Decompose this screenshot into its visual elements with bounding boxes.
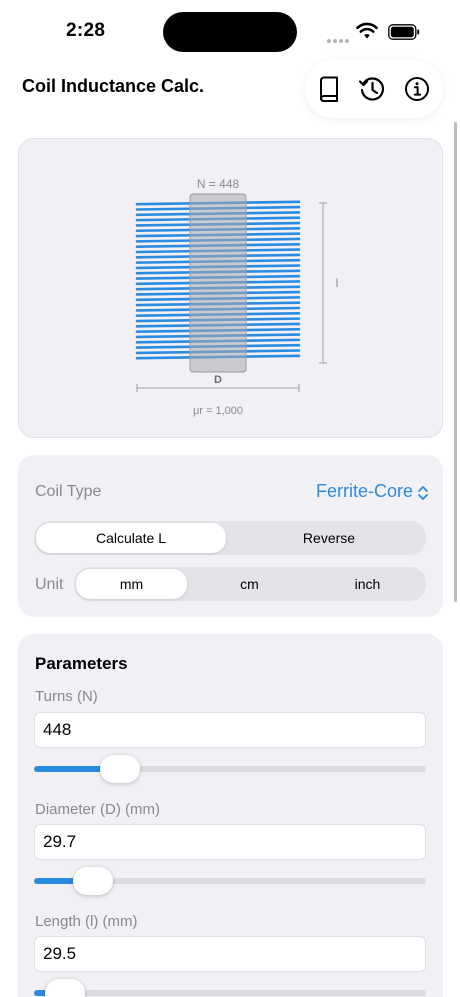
info-button[interactable]	[402, 74, 432, 104]
ferrite-core	[189, 193, 247, 373]
chevron-up-down-icon[interactable]	[417, 485, 429, 501]
scroll-indicator[interactable]	[454, 122, 457, 602]
parameters-title: Parameters	[35, 654, 128, 673]
turns-slider[interactable]	[34, 755, 426, 783]
permeability-label: μr = 1,000	[193, 405, 243, 417]
history-button[interactable]	[357, 74, 387, 104]
unit-label: Unit	[35, 576, 64, 593]
history-icon	[358, 77, 385, 101]
slider-thumb[interactable]	[72, 867, 113, 895]
turns-label: N = 448	[197, 177, 240, 191]
slider-thumb[interactable]	[45, 979, 86, 997]
segment-mm[interactable]: mm	[76, 569, 187, 599]
page-title: Coil Inductance Calc.	[22, 76, 205, 96]
diameter-label: D	[214, 374, 222, 386]
info-icon	[405, 77, 429, 101]
battery-icon	[388, 24, 420, 40]
coil-diagram-card: N = 448 l D μr = 1,000	[18, 138, 443, 438]
slider-thumb[interactable]	[100, 755, 141, 783]
diameter-label: Diameter (D) (mm)	[35, 801, 160, 818]
coil-type-picker[interactable]: Ferrite-Core	[316, 481, 413, 502]
library-button[interactable]	[314, 74, 344, 104]
segment-calculate-l[interactable]: Calculate L	[36, 523, 226, 553]
coil-diagram: N = 448 l D μr = 1,000	[135, 177, 339, 417]
toolbar	[305, 60, 443, 118]
wifi-icon	[356, 22, 378, 39]
book-icon	[320, 76, 338, 102]
coil-type-label: Coil Type	[35, 483, 102, 500]
length-label: Length (l) (mm)	[35, 913, 138, 930]
status-bar: 2:28	[0, 0, 460, 60]
segment-inch[interactable]: inch	[312, 569, 423, 599]
turns-label: Turns (N)	[35, 688, 98, 705]
settings-card: Coil Type Ferrite-Core Calculate L Rever…	[18, 455, 443, 617]
parameters-card: Parameters Turns (N) Diameter (D) (mm) L…	[18, 634, 443, 997]
diameter-input[interactable]	[34, 824, 426, 860]
length-input[interactable]	[34, 936, 426, 972]
segment-cm[interactable]: cm	[194, 569, 305, 599]
diameter-slider[interactable]	[34, 867, 426, 895]
mode-segmented-control: Calculate L Reverse	[34, 521, 426, 555]
signal-dots-icon	[327, 30, 351, 43]
turns-input[interactable]	[34, 712, 426, 748]
status-time: 2:28	[66, 20, 106, 41]
dynamic-island	[163, 12, 297, 52]
length-slider[interactable]	[34, 979, 426, 997]
length-label: l	[336, 276, 339, 290]
segment-reverse[interactable]: Reverse	[234, 523, 424, 553]
unit-segmented-control: mm cm inch	[74, 567, 426, 601]
